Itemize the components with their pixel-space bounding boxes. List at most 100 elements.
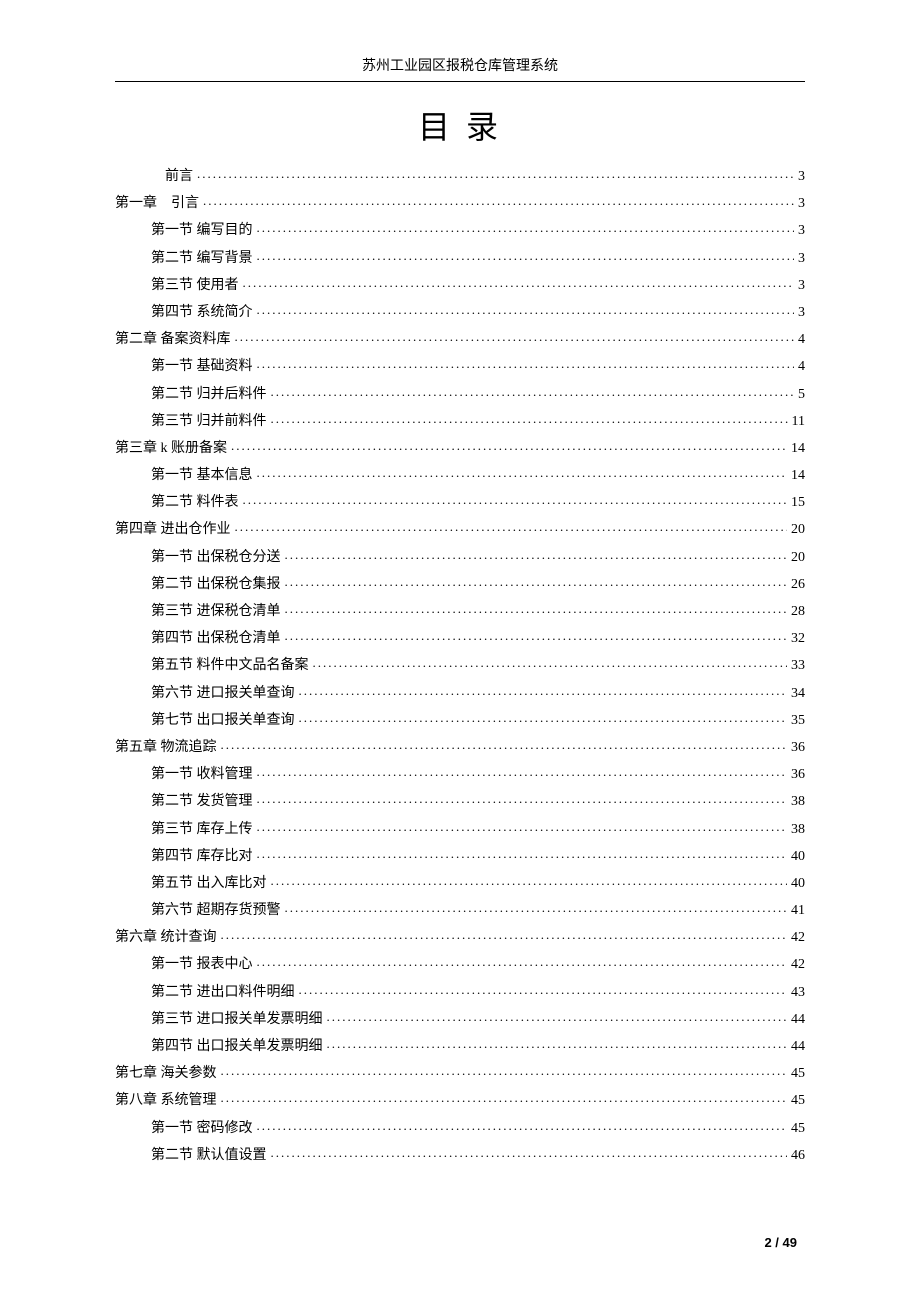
toc-entry-page: 28 [791, 605, 805, 619]
toc-entry-page: 3 [798, 197, 805, 211]
toc-entry[interactable]: 第六节 超期存货预警 41 [115, 900, 805, 918]
toc-entry-label: 第二节 编写背景 [151, 252, 253, 266]
toc-entry[interactable]: 第三节 进保税仓清单 28 [115, 601, 805, 619]
toc-leader-dots [257, 764, 788, 778]
toc-leader-dots [271, 1145, 788, 1159]
toc-entry-page: 36 [791, 741, 805, 755]
toc-entry[interactable]: 第四节 出口报关单发票明细44 [115, 1036, 805, 1054]
toc-entry-page: 40 [791, 850, 805, 864]
toc-entry[interactable]: 第二节 归并后料件 5 [115, 384, 805, 402]
toc-leader-dots [285, 628, 788, 642]
toc-entry-label: 第四节 出保税仓清单 [151, 632, 281, 646]
toc-entry[interactable]: 第二节 发货管理 38 [115, 791, 805, 809]
toc-entry-label: 第二节 发货管理 [151, 795, 253, 809]
toc-entry-label: 第三章 k 账册备案 [115, 442, 227, 456]
toc-leader-dots [313, 655, 788, 669]
toc-entry-label: 第六章 统计查询 [115, 931, 217, 945]
toc-leader-dots [271, 411, 788, 425]
toc-entry-page: 32 [791, 632, 805, 646]
toc-leader-dots [243, 275, 795, 289]
toc-leader-dots [257, 846, 788, 860]
toc-entry-label: 第一节 密码修改 [151, 1122, 253, 1136]
toc-heading: 目 录 [115, 102, 805, 148]
toc-entry[interactable]: 第一节 出保税仓分送 20 [115, 547, 805, 565]
toc-entry[interactable]: 第一章 引言3 [115, 193, 805, 211]
toc-leader-dots [285, 900, 788, 914]
toc-leader-dots [299, 982, 788, 996]
toc-entry[interactable]: 第三节 进口报关单发票明细44 [115, 1009, 805, 1027]
toc-entry-label: 第二节 进出口料件明细 [151, 986, 295, 1000]
toc-entry-label: 前言 [165, 170, 193, 184]
toc-entry-page: 33 [791, 659, 805, 673]
toc-entry[interactable]: 第八章 系统管理45 [115, 1090, 805, 1108]
toc-entry-label: 第二节 归并后料件 [151, 388, 267, 402]
toc-entry[interactable]: 第二节 编写背景3 [115, 248, 805, 266]
toc-entry[interactable]: 第三节 库存上传38 [115, 819, 805, 837]
toc-entry-page: 38 [791, 795, 805, 809]
toc-entry-label: 第三节 进口报关单发票明细 [151, 1013, 323, 1027]
toc-entry[interactable]: 第二节 进出口料件明细 43 [115, 982, 805, 1000]
toc-entry-page: 20 [791, 523, 805, 537]
toc-leader-dots [257, 954, 788, 968]
toc-leader-dots [327, 1036, 788, 1050]
toc-entry-label: 第五章 物流追踪 [115, 741, 217, 755]
toc-entry[interactable]: 第四节 出保税仓清单 32 [115, 628, 805, 646]
toc-entry[interactable]: 第五章 物流追踪 36 [115, 737, 805, 755]
toc-leader-dots [235, 519, 788, 533]
page-current: 2 [764, 1235, 771, 1250]
toc-entry-page: 3 [798, 224, 805, 238]
page-separator: / [772, 1235, 783, 1250]
toc-entry[interactable]: 第三节 归并前料件11 [115, 411, 805, 429]
toc-entry[interactable]: 第二章 备案资料库 4 [115, 329, 805, 347]
toc-entry[interactable]: 第四节 库存比对 40 [115, 846, 805, 864]
toc-entry[interactable]: 第二节 出保税仓集报 26 [115, 574, 805, 592]
toc-entry-label: 第二节 出保税仓集报 [151, 578, 281, 592]
toc-leader-dots [221, 737, 788, 751]
page-footer: 2 / 49 [764, 1235, 797, 1250]
toc-entry[interactable]: 第四章 进出仓作业20 [115, 519, 805, 537]
toc-entry[interactable]: 第五节 料件中文品名备案33 [115, 655, 805, 673]
toc-leader-dots [327, 1009, 788, 1023]
toc-entry[interactable]: 第四节 系统简介3 [115, 302, 805, 320]
toc-entry[interactable]: 第一节 收料管理36 [115, 764, 805, 782]
toc-entry[interactable]: 第七章 海关参数45 [115, 1063, 805, 1081]
toc-entry[interactable]: 第三章 k 账册备案14 [115, 438, 805, 456]
toc-entry-page: 5 [798, 388, 805, 402]
toc-entry-label: 第六节 超期存货预警 [151, 904, 281, 918]
toc-entry-label: 第八章 系统管理 [115, 1094, 217, 1108]
toc-entry[interactable]: 第一节 报表中心42 [115, 954, 805, 972]
toc-entry[interactable]: 第三节 使用者3 [115, 275, 805, 293]
toc-entry-page: 46 [791, 1149, 805, 1163]
toc-entry-label: 第二章 备案资料库 [115, 333, 231, 347]
toc-entry-page: 4 [798, 333, 805, 347]
toc-entry-label: 第一节 基本信息 [151, 469, 253, 483]
toc-entry-label: 第一节 报表中心 [151, 958, 253, 972]
toc-entry-label: 第五节 出入库比对 [151, 877, 267, 891]
toc-entry[interactable]: 第一节 基本信息14 [115, 465, 805, 483]
toc-entry-page: 34 [791, 687, 805, 701]
toc-entry-page: 26 [791, 578, 805, 592]
toc-leader-dots [221, 1063, 788, 1077]
toc-entry[interactable]: 第六章 统计查询42 [115, 927, 805, 945]
toc-leader-dots [299, 683, 788, 697]
toc-entry-page: 41 [791, 904, 805, 918]
toc-entry-label: 第一节 出保税仓分送 [151, 551, 281, 565]
toc-entry-page: 43 [791, 986, 805, 1000]
toc-entry-label: 第三节 使用者 [151, 279, 239, 293]
toc-entry[interactable]: 第二节 默认值设置46 [115, 1145, 805, 1163]
toc-entry-label: 第三节 进保税仓清单 [151, 605, 281, 619]
toc-leader-dots [257, 356, 795, 370]
toc-entry-label: 第七章 海关参数 [115, 1067, 217, 1081]
toc-entry[interactable]: 第一节 编写目的3 [115, 220, 805, 238]
toc-entry[interactable]: 第二节 料件表15 [115, 492, 805, 510]
toc-entry[interactable]: 第六节 进口报关单查询34 [115, 683, 805, 701]
toc-leader-dots [257, 791, 788, 805]
toc-entry-label: 第四节 出口报关单发票明细 [151, 1040, 323, 1054]
toc-entry[interactable]: 第七节 出口报关单查询35 [115, 710, 805, 728]
toc-entry-page: 20 [791, 551, 805, 565]
toc-entry[interactable]: 第五节 出入库比对40 [115, 873, 805, 891]
toc-entry[interactable]: 第一节 密码修改45 [115, 1118, 805, 1136]
toc-entry[interactable]: 前言3 [115, 166, 805, 184]
toc-entry-label: 第四节 库存比对 [151, 850, 253, 864]
toc-entry[interactable]: 第一节 基础资料4 [115, 356, 805, 374]
